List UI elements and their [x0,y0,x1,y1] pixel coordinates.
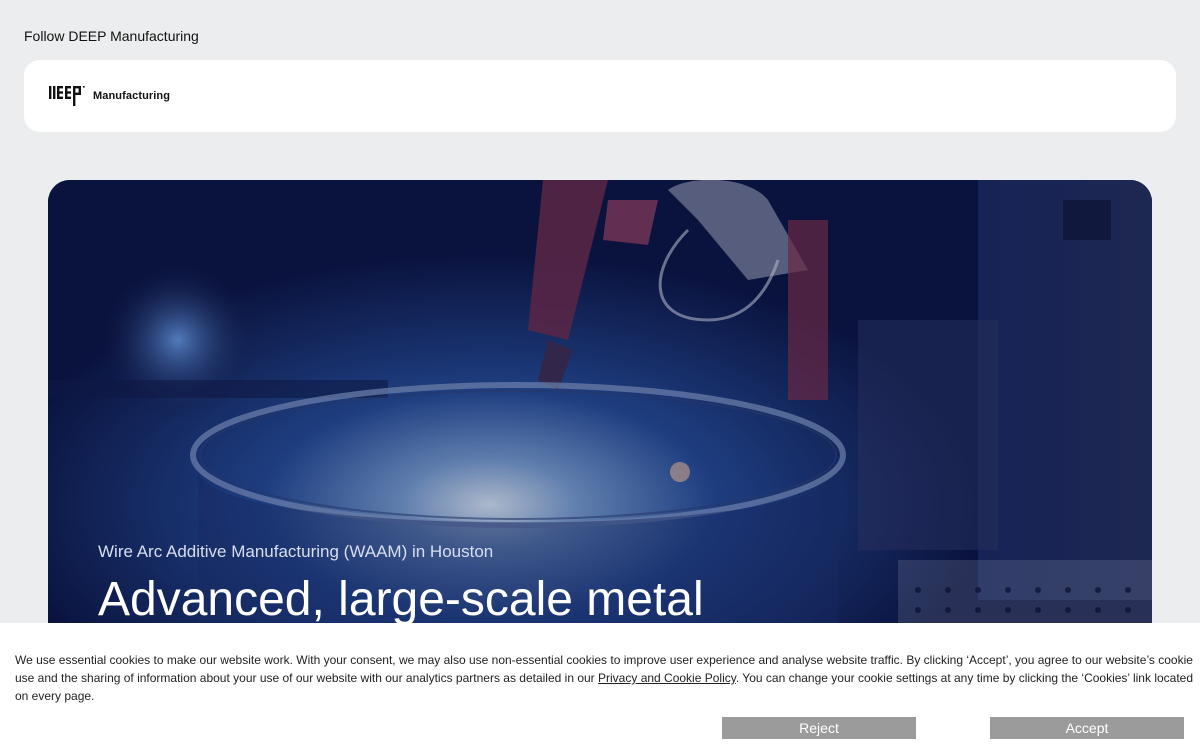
site-header: Manufacturing [24,60,1176,132]
privacy-policy-link[interactable]: Privacy and Cookie Policy [598,671,736,685]
deep-logo[interactable]: Manufacturing [49,83,170,109]
reject-cookies-button[interactable]: Reject [722,717,916,739]
hero-subtitle: Wire Arc Additive Manufacturing (WAAM) i… [98,542,494,561]
accept-cookies-button[interactable]: Accept [990,717,1184,739]
follow-text: Follow DEEP Manufacturing [24,28,199,44]
cookie-banner: We use essential cookies to make our web… [0,623,1200,750]
hero-title: Advanced, large-scale metal [98,573,704,626]
cookie-message: We use essential cookies to make our web… [15,651,1195,705]
deep-logo-mark-icon [49,86,85,106]
logo-text: Manufacturing [93,90,171,102]
